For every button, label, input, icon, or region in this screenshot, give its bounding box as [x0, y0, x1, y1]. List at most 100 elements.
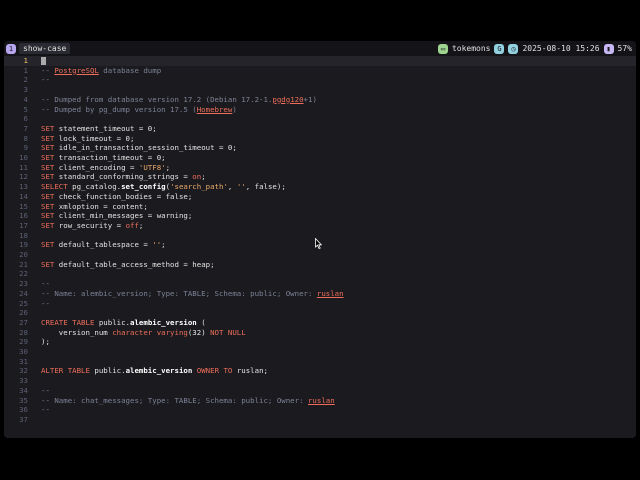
editor-line[interactable]: 14 SET check_function_bodies = false; — [4, 192, 636, 202]
code-token: ruslan — [307, 395, 335, 405]
code-token: pg_catalog. — [67, 182, 122, 192]
code-token: -- Dumped from database version 17.2 (De… — [41, 94, 273, 104]
line-number: 2 — [23, 75, 28, 85]
code-token: PostgreSQL — [54, 65, 99, 75]
code-token: SET — [41, 172, 55, 182]
editor-line[interactable]: 25 -- — [4, 299, 636, 309]
code-token: default_tablespace = — [54, 240, 153, 250]
code-token: ruslan — [316, 288, 344, 298]
session-index-badge[interactable]: 1 — [6, 43, 16, 54]
line-content: -- Dumped by pg_dump version 17.5 (Homeb… — [41, 105, 237, 115]
line-number: 36 — [19, 405, 28, 415]
session-name[interactable]: show-case — [19, 43, 71, 54]
line-content: SET row_security = off; — [41, 221, 143, 231]
code-token: 'search_path' — [170, 182, 228, 192]
line-number: 28 — [19, 327, 28, 337]
editor-line[interactable]: 26 — [4, 308, 636, 318]
line-number: 25 — [19, 298, 28, 308]
line-number: 23 — [19, 279, 28, 289]
code-token: default_table_access_method = heap; — [54, 259, 215, 269]
line-number: 12 — [19, 172, 28, 182]
editor-line[interactable]: 10 SET transaction_timeout = 0; — [4, 153, 636, 163]
line-content: ALTER TABLE public.alembic_version OWNER… — [41, 366, 268, 376]
editor-line[interactable]: 36 -- — [4, 405, 636, 415]
editor-line[interactable]: 28 version_num character varying(32) NOT… — [4, 328, 636, 338]
code-token: OWNER TO — [196, 366, 233, 376]
editor-line[interactable]: 15 SET xmloption = content; — [4, 202, 636, 212]
editor-line[interactable]: 8 SET lock_timeout = 0; — [4, 134, 636, 144]
line-number: 20 — [19, 250, 28, 259]
editor-line[interactable]: 13 SELECT pg_catalog.set_config('search_p… — [4, 182, 636, 192]
line-number: 26 — [19, 308, 28, 318]
code-token: -- — [41, 65, 55, 75]
editor-line[interactable]: 9 SET idle_in_transaction_session_timeout… — [4, 143, 636, 153]
code-token: ) — [232, 104, 237, 114]
editor-line[interactable]: 34 -- — [4, 386, 636, 396]
line-content: SET transaction_timeout = 0; — [41, 153, 166, 163]
editor-line[interactable]: 31 — [4, 357, 636, 367]
editor-line[interactable]: 16 SET client_min_messages = warning; — [4, 211, 636, 221]
line-number: 29 — [19, 337, 28, 347]
editor-line[interactable]: 22 — [4, 269, 636, 279]
line-number: 16 — [19, 211, 28, 221]
editor-line[interactable]: 21 SET default_table_access_method = heap… — [4, 260, 636, 270]
line-content: SET lock_timeout = 0; — [41, 134, 134, 144]
editor-line[interactable]: 6 — [4, 114, 636, 124]
status-right: ▭ tokemons G ◷ 2025-08-10 15:26 ▮ 57% — [437, 41, 632, 56]
code-token: set_config — [121, 182, 166, 192]
code-token: 'UTF8' — [138, 162, 166, 172]
code-token: xmloption = content; — [54, 201, 148, 211]
code-token: (32) — [187, 327, 211, 337]
code-token: SET — [41, 191, 55, 201]
code-token: SET — [41, 143, 55, 153]
editor-line[interactable]: 20 — [4, 250, 636, 260]
line-number: 15 — [19, 201, 28, 211]
code-token: ; — [165, 162, 171, 172]
line-number: 10 — [19, 153, 28, 162]
line-number: 17 — [19, 220, 28, 230]
line-content: ); — [41, 337, 50, 347]
editor-line[interactable]: 23 -- — [4, 279, 636, 289]
battery-icon: ▮ — [603, 43, 614, 54]
line-content: CREATE TABLE public.alembic_version ( — [41, 318, 206, 328]
editor-line[interactable]: 1 -- PostgreSQL database dump — [4, 66, 636, 76]
editor-line[interactable]: 5 -- Dumped by pg_dump version 17.5 (Home… — [4, 105, 636, 115]
code-token: -- Name: alembic_version; Type: TABLE; S… — [41, 288, 317, 298]
code-token: +1) — [303, 94, 317, 104]
editor-line[interactable]: 3 — [4, 85, 636, 95]
line-number: 19 — [19, 240, 28, 250]
editor-line[interactable]: 1 — [4, 56, 636, 66]
editor-line[interactable]: 17 SET row_security = off; — [4, 221, 636, 231]
line-number: 37 — [19, 414, 28, 424]
line-number: 6 — [23, 114, 28, 124]
code-token: client_encoding = — [54, 162, 139, 172]
editor-line[interactable]: 24 -- Name: alembic_version; Type: TABLE;… — [4, 289, 636, 299]
line-number: 35 — [19, 395, 28, 405]
code-token: off — [125, 220, 139, 230]
editor-line[interactable]: 33 — [4, 376, 636, 386]
editor-line[interactable]: 27 CREATE TABLE public.alembic_version ( — [4, 318, 636, 328]
line-number: 21 — [19, 259, 28, 269]
editor-line[interactable]: 32 ALTER TABLE public.alembic_version OWN… — [4, 366, 636, 376]
editor-line[interactable]: 4 -- Dumped from database version 17.2 (D… — [4, 95, 636, 105]
editor-line[interactable]: 35 -- Name: chat_messages; Type: TABLE; S… — [4, 396, 636, 406]
line-number: 34 — [19, 385, 28, 395]
editor-line[interactable]: 11 SET client_encoding = 'UTF8'; — [4, 163, 636, 173]
editor-line[interactable]: 37 — [4, 415, 636, 425]
line-content: SET xmloption = content; — [41, 202, 148, 212]
code-token: row_security = — [54, 220, 126, 230]
code-token: ); — [41, 337, 50, 347]
line-content: -- — [41, 386, 50, 396]
editor-line[interactable]: 30 — [4, 347, 636, 357]
editor-line[interactable]: 2 -- — [4, 75, 636, 85]
code-token: , — [227, 182, 237, 192]
code-token: ( — [196, 317, 206, 327]
line-content: -- — [41, 75, 50, 85]
editor-line[interactable]: 12 SET standard_conforming_strings = on; — [4, 172, 636, 182]
line-number: 8 — [23, 133, 28, 143]
editor-line[interactable]: 7 SET statement_timeout = 0; — [4, 124, 636, 134]
editor-line[interactable]: 29); — [4, 337, 636, 347]
line-content: SET standard_conforming_strings = on; — [41, 172, 206, 182]
code-token: SET — [41, 153, 55, 162]
line-content: SET default_tablespace = ''; — [41, 240, 166, 250]
